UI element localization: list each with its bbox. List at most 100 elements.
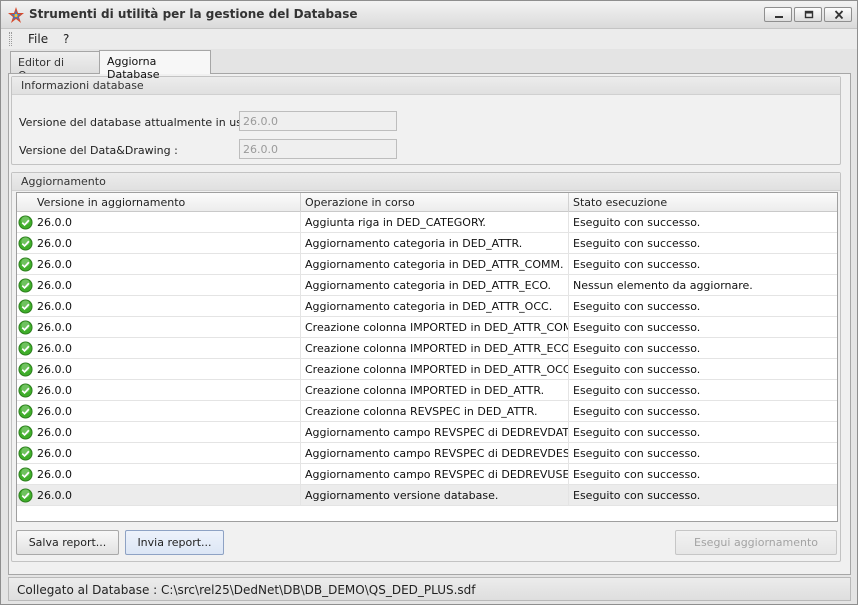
table-row[interactable]: 26.0.0 Aggiunta riga in DED_CATEGORY. Eseg…: [17, 212, 837, 233]
db-version-label: Versione del database attualmente in uso…: [19, 116, 256, 129]
cell-operation: Aggiornamento categoria in DED_ATTR_ECO.: [301, 275, 569, 295]
cell-operation: Aggiunta riga in DED_CATEGORY.: [301, 212, 569, 232]
check-circle-icon: [18, 320, 33, 335]
check-circle-icon: [18, 257, 33, 272]
maximize-button[interactable]: [794, 7, 822, 22]
cell-version-container: 26.0.0: [17, 233, 301, 253]
cell-operation: Aggiornamento versione database.: [301, 485, 569, 505]
check-circle-icon: [18, 362, 33, 377]
cell-status: Eseguito con successo.: [573, 321, 701, 334]
save-report-button[interactable]: Salva report...: [16, 530, 119, 555]
cell-version: 26.0.0: [37, 258, 72, 271]
cell-status: Eseguito con successo.: [573, 342, 701, 355]
cell-version-container: 26.0.0: [17, 464, 301, 484]
table-row[interactable]: 26.0.0 Aggiornamento campo REVSPEC di DED…: [17, 422, 837, 443]
run-update-button[interactable]: Esegui aggiornamento: [675, 530, 837, 555]
close-icon: [834, 10, 844, 20]
cell-version: 26.0.0: [37, 321, 72, 334]
cell-version-container: 26.0.0: [17, 485, 301, 505]
check-circle-icon: [18, 404, 33, 419]
send-report-button[interactable]: Invia report...: [125, 530, 224, 555]
close-button[interactable]: [824, 7, 852, 22]
table-row[interactable]: 26.0.0 Creazione colonna IMPORTED in DED_…: [17, 317, 837, 338]
cell-operation: Aggiornamento campo REVSPEC di DEDREVDAT…: [301, 422, 569, 442]
column-header-version[interactable]: Versione in aggiornamento: [17, 193, 301, 212]
check-circle-icon: [18, 236, 33, 251]
check-circle-icon: [18, 425, 33, 440]
window-title: Strumenti di utilità per la gestione del…: [29, 7, 358, 21]
menu-grip[interactable]: [9, 32, 12, 46]
cell-version: 26.0.0: [37, 468, 72, 481]
table-row[interactable]: 26.0.0 Creazione colonna IMPORTED in DED_…: [17, 359, 837, 380]
cell-version-container: 26.0.0: [17, 422, 301, 442]
table-row[interactable]: 26.0.0 Aggiornamento versione database. Es…: [17, 485, 837, 506]
check-circle-icon: [18, 341, 33, 356]
cell-status: Eseguito con successo.: [573, 426, 701, 439]
app-star-icon: [8, 7, 24, 23]
table-row[interactable]: 26.0.0 Creazione colonna REVSPEC in DED_A…: [17, 401, 837, 422]
cell-version-container: 26.0.0: [17, 338, 301, 358]
check-circle-icon: [18, 446, 33, 461]
cell-operation: Creazione colonna IMPORTED in DED_ATTR_C…: [301, 317, 569, 337]
minimize-icon: [775, 16, 783, 18]
cell-operation: Creazione colonna IMPORTED in DED_ATTR.: [301, 380, 569, 400]
column-header-operation[interactable]: Operazione in corso: [301, 193, 569, 212]
check-circle-icon: [18, 467, 33, 482]
table-row[interactable]: 26.0.0 Creazione colonna IMPORTED in DED_…: [17, 338, 837, 359]
tab-page-aggiorna-database: Informazioni database Versione del datab…: [8, 73, 851, 575]
cell-version: 26.0.0: [37, 342, 72, 355]
minimize-button[interactable]: [764, 7, 792, 22]
cell-operation: Aggiornamento categoria in DED_ATTR_COMM…: [301, 254, 569, 274]
tab-editor-di-query[interactable]: Editor di Query: [10, 51, 100, 82]
cell-version-container: 26.0.0: [17, 443, 301, 463]
cell-version: 26.0.0: [37, 384, 72, 397]
cell-status: Eseguito con successo.: [573, 300, 701, 313]
check-circle-icon: [18, 383, 33, 398]
update-group: Aggiornamento Versione in aggiornamento …: [11, 172, 841, 562]
cell-version: 26.0.0: [37, 405, 72, 418]
table-row[interactable]: 26.0.0 Aggiornamento categoria in DED_ATT…: [17, 275, 837, 296]
table-row[interactable]: 26.0.0 Aggiornamento categoria in DED_ATT…: [17, 296, 837, 317]
table-row[interactable]: 26.0.0 Aggiornamento categoria in DED_ATT…: [17, 254, 837, 275]
table-row[interactable]: 26.0.0 Aggiornamento campo REVSPEC di DED…: [17, 443, 837, 464]
cell-version: 26.0.0: [37, 216, 72, 229]
cell-version: 26.0.0: [37, 237, 72, 250]
grid-header: Versione in aggiornamento Operazione in …: [17, 193, 837, 212]
cell-version-container: 26.0.0: [17, 317, 301, 337]
cell-version-container: 26.0.0: [17, 296, 301, 316]
cell-status: Eseguito con successo.: [573, 489, 701, 502]
cell-status: Eseguito con successo.: [573, 363, 701, 376]
table-row[interactable]: 26.0.0 Creazione colonna IMPORTED in DED_…: [17, 380, 837, 401]
cell-status: Eseguito con successo.: [573, 258, 701, 271]
update-grid[interactable]: Versione in aggiornamento Operazione in …: [16, 192, 838, 522]
menu-file[interactable]: File: [28, 32, 48, 46]
cell-status: Eseguito con successo.: [573, 447, 701, 460]
title-bar[interactable]: Strumenti di utilità per la gestione del…: [1, 1, 857, 29]
menu-bar: File ?: [1, 29, 857, 49]
cell-status: Nessun elemento da aggiornare.: [573, 279, 753, 292]
tab-aggiorna-database[interactable]: Aggiorna Database: [99, 50, 211, 81]
cell-version-container: 26.0.0: [17, 212, 301, 232]
check-circle-icon: [18, 215, 33, 230]
check-circle-icon: [18, 278, 33, 293]
main-window: Strumenti di utilità per la gestione del…: [0, 0, 858, 605]
cell-version: 26.0.0: [37, 279, 72, 292]
table-row[interactable]: 26.0.0 Aggiornamento campo REVSPEC di DED…: [17, 464, 837, 485]
cell-operation: Aggiornamento campo REVSPEC di DEDREVDES…: [301, 443, 569, 463]
cell-operation: Aggiornamento categoria in DED_ATTR.: [301, 233, 569, 253]
cell-version-container: 26.0.0: [17, 380, 301, 400]
cell-version: 26.0.0: [37, 300, 72, 313]
maximize-icon: [804, 10, 814, 19]
menu-help[interactable]: ?: [63, 32, 69, 46]
cell-status: Eseguito con successo.: [573, 237, 701, 250]
cell-version: 26.0.0: [37, 447, 72, 460]
cell-version-container: 26.0.0: [17, 401, 301, 421]
cell-operation: Aggiornamento categoria in DED_ATTR_OCC.: [301, 296, 569, 316]
table-row[interactable]: 26.0.0 Aggiornamento categoria in DED_ATT…: [17, 233, 837, 254]
cell-version: 26.0.0: [37, 426, 72, 439]
column-header-status[interactable]: Stato esecuzione: [569, 193, 837, 212]
check-circle-icon: [18, 488, 33, 503]
db-version-field: 26.0.0: [239, 111, 397, 131]
update-group-title: Aggiornamento: [12, 173, 840, 191]
cell-operation: Creazione colonna IMPORTED in DED_ATTR_O…: [301, 359, 569, 379]
